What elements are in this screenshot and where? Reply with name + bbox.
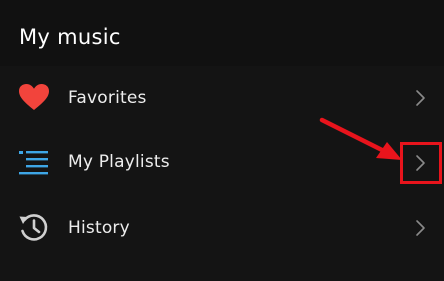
page-title: My music	[19, 25, 121, 49]
chevron-right-icon[interactable]	[414, 219, 426, 237]
menu-item-label: My Playlists	[68, 152, 170, 172]
partial-icon	[30, 276, 42, 281]
menu-item-history[interactable]: History	[0, 196, 444, 262]
header-bar: My music	[0, 0, 444, 66]
menu-item-label: Favorites	[68, 88, 147, 108]
heart-icon	[18, 82, 50, 114]
chevron-right-icon[interactable]	[414, 89, 426, 107]
highlight-box	[400, 142, 442, 184]
menu-item-label: History	[68, 218, 130, 238]
playlist-icon	[18, 147, 50, 179]
my-music-screen: My music Favorites My Playlists History	[0, 0, 444, 281]
history-icon	[18, 211, 50, 243]
red-arrow-icon	[316, 112, 406, 166]
